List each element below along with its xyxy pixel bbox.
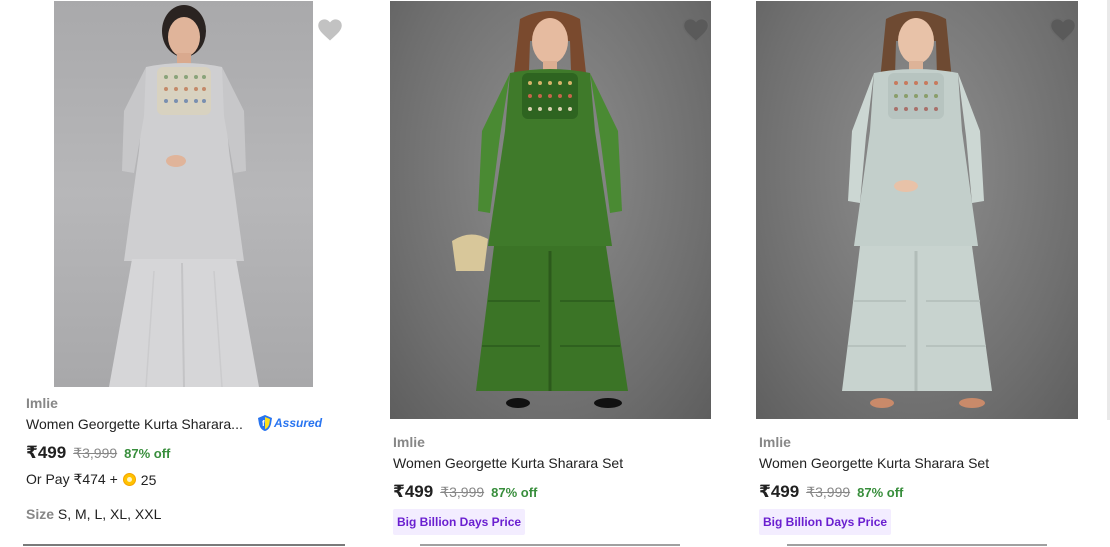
discount-percent: 87% off	[124, 446, 171, 461]
supercoin-count: 25	[140, 471, 157, 488]
product-brand: Imlie	[759, 434, 791, 450]
original-price: ₹3,999	[440, 484, 485, 500]
big-billion-days-badge: Big Billion Days Price	[393, 509, 526, 535]
product-card[interactable]: Imlie Women Georgette Kurta Sharara Set …	[389, 0, 713, 547]
original-price: ₹3,999	[73, 445, 118, 461]
product-image[interactable]	[756, 1, 1078, 419]
heart-icon[interactable]	[681, 15, 711, 43]
product-photo-grey-kurta-sharara	[109, 5, 259, 387]
size-list: Size S, M, L, XL, XXL	[26, 506, 161, 522]
supercoin-icon	[122, 473, 136, 486]
product-title[interactable]: Women Georgette Kurta Sharara Set	[759, 455, 989, 471]
price-row: ₹499 ₹3,999 87% off	[26, 443, 170, 463]
product-card[interactable]: Imlie Women Georgette Kurta Sharara... f…	[22, 0, 350, 547]
size-label: Size	[26, 506, 55, 522]
heart-icon[interactable]	[1048, 15, 1078, 43]
assured-shield-icon: f	[258, 415, 272, 431]
big-billion-days-badge: Big Billion Days Price	[759, 509, 892, 535]
product-title[interactable]: Women Georgette Kurta Sharara...	[26, 416, 243, 432]
discount-percent: 87% off	[491, 485, 538, 500]
selling-price: ₹499	[26, 443, 67, 462]
assured-label: Assured	[274, 416, 323, 430]
divider	[787, 544, 1047, 546]
product-photo-green-kurta-sharara	[452, 11, 628, 408]
original-price: ₹3,999	[806, 484, 851, 500]
discount-percent: 87% off	[857, 485, 904, 500]
product-brand: Imlie	[26, 395, 58, 411]
selling-price: ₹499	[759, 482, 800, 501]
product-title[interactable]: Women Georgette Kurta Sharara Set	[393, 455, 623, 471]
price-row: ₹499 ₹3,999 87% off	[759, 482, 903, 502]
price-row: ₹499 ₹3,999 87% off	[393, 482, 537, 502]
product-photo-mint-kurta-sharara	[842, 11, 992, 408]
divider	[23, 544, 345, 546]
svg-text:f: f	[262, 419, 265, 428]
product-brand: Imlie	[393, 434, 425, 450]
assured-badge: f Assured	[257, 414, 322, 432]
supercoin-offer: Or Pay ₹474 + 25	[26, 471, 156, 488]
selling-price: ₹499	[393, 482, 434, 501]
heart-icon[interactable]	[315, 15, 345, 43]
divider	[420, 544, 680, 546]
product-image[interactable]	[54, 1, 313, 387]
supercoin-offer-text: Or Pay ₹474 +	[26, 471, 118, 487]
product-image[interactable]	[390, 1, 711, 419]
size-values: S, M, L, XL, XXL	[57, 506, 162, 522]
product-card[interactable]: Imlie Women Georgette Kurta Sharara Set …	[755, 0, 1080, 547]
